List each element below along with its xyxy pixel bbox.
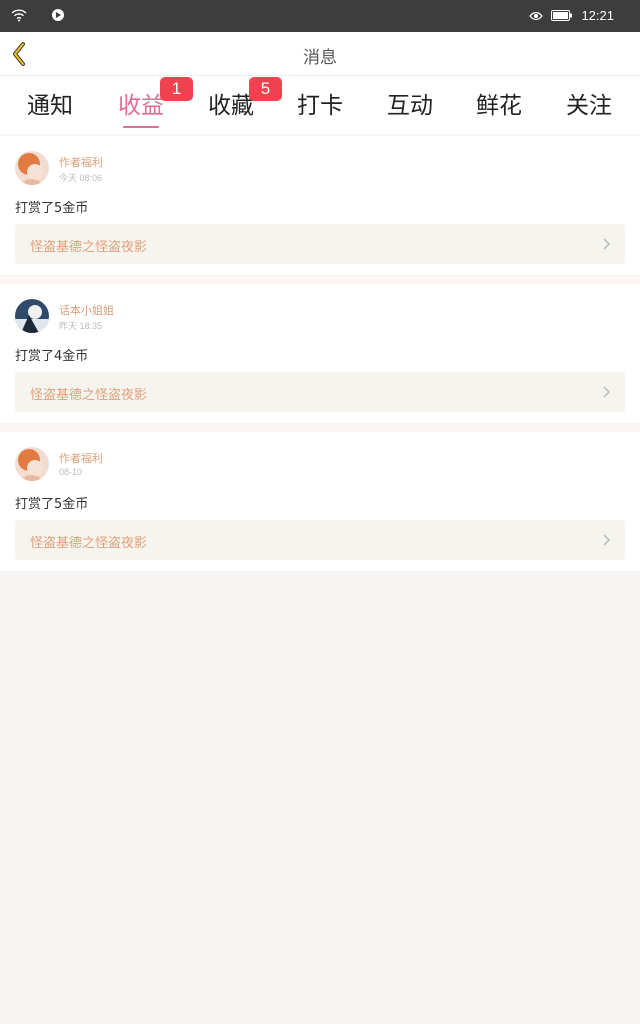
notification-app-icon: [52, 9, 64, 21]
page-title: 消息: [303, 48, 337, 68]
tab-checkin[interactable]: 打卡: [275, 86, 365, 130]
tab-flowers[interactable]: 鲜花: [454, 86, 544, 130]
username[interactable]: 作者福利: [59, 450, 103, 466]
username[interactable]: 作者福利: [59, 154, 103, 170]
chevron-right-icon: [603, 386, 611, 398]
user-avatar-image: [15, 447, 49, 481]
tab-label: 通知: [27, 93, 73, 119]
avatar[interactable]: [15, 447, 49, 481]
message-text: 打赏了5金币: [15, 201, 89, 216]
card-divider: [0, 275, 640, 284]
book-link[interactable]: 怪盗基德之怪盗夜影: [15, 224, 625, 264]
timestamp: 昨天 18:35: [59, 321, 103, 331]
tab-label: 打卡: [297, 93, 343, 119]
tab-label: 收益: [118, 93, 164, 119]
user-avatar-image: [15, 151, 49, 185]
book-title: 怪盗基德之怪盗夜影: [30, 388, 148, 403]
username[interactable]: 话本小姐姐: [59, 302, 114, 318]
tab-label: 收藏: [208, 93, 254, 119]
status-bar-right: 12:21: [529, 8, 614, 23]
status-bar-left: [11, 8, 65, 22]
avatar[interactable]: [15, 151, 49, 185]
chevron-right-icon: [603, 238, 611, 250]
tab-interactions[interactable]: 互动: [365, 86, 455, 130]
timestamp: 今天 08:06: [59, 173, 103, 183]
timestamp: 08-10: [59, 467, 83, 477]
message-list: 作者福利 今天 08:06 打赏了5金币 怪盗基德之怪盗夜影 话本小姐姐 昨天 …: [0, 136, 640, 571]
tab-following[interactable]: 关注: [544, 86, 634, 130]
tab-notifications[interactable]: 通知: [5, 86, 95, 130]
battery-icon: [551, 10, 573, 21]
message-text: 打赏了5金币: [15, 497, 89, 512]
card-divider: [0, 423, 640, 432]
chevron-right-icon: [603, 534, 611, 546]
message-card: 作者福利 今天 08:06 打赏了5金币 怪盗基德之怪盗夜影: [0, 136, 640, 275]
tab-label: 关注: [566, 93, 612, 119]
message-card: 话本小姐姐 昨天 18:35 打赏了4金币 怪盗基德之怪盗夜影: [0, 284, 640, 423]
eye-icon: [529, 11, 544, 20]
book-title: 怪盗基德之怪盗夜影: [30, 536, 148, 551]
status-time: 12:21: [581, 8, 614, 23]
avatar[interactable]: [15, 299, 49, 333]
active-tab-indicator: [123, 126, 159, 128]
top-bar: 消息: [0, 32, 640, 76]
user-avatar-image: [15, 299, 49, 333]
message-card: 作者福利 08-10 打赏了5金币 怪盗基德之怪盗夜影: [0, 432, 640, 571]
status-bar: 12:21: [0, 0, 640, 32]
book-title: 怪盗基德之怪盗夜影: [30, 240, 148, 255]
tab-favorites[interactable]: 收藏 5: [186, 77, 282, 130]
book-link[interactable]: 怪盗基德之怪盗夜影: [15, 372, 625, 412]
book-link[interactable]: 怪盗基德之怪盗夜影: [15, 520, 625, 560]
wifi-icon: [11, 9, 27, 22]
tab-earnings[interactable]: 收益 1: [96, 77, 193, 130]
tab-label: 互动: [387, 93, 433, 119]
tab-label: 鲜花: [476, 93, 522, 119]
category-tabs: 通知 收益 1 收藏 5 打卡 互动 鲜花 关注: [0, 76, 640, 134]
message-text: 打赏了4金币: [15, 349, 89, 364]
